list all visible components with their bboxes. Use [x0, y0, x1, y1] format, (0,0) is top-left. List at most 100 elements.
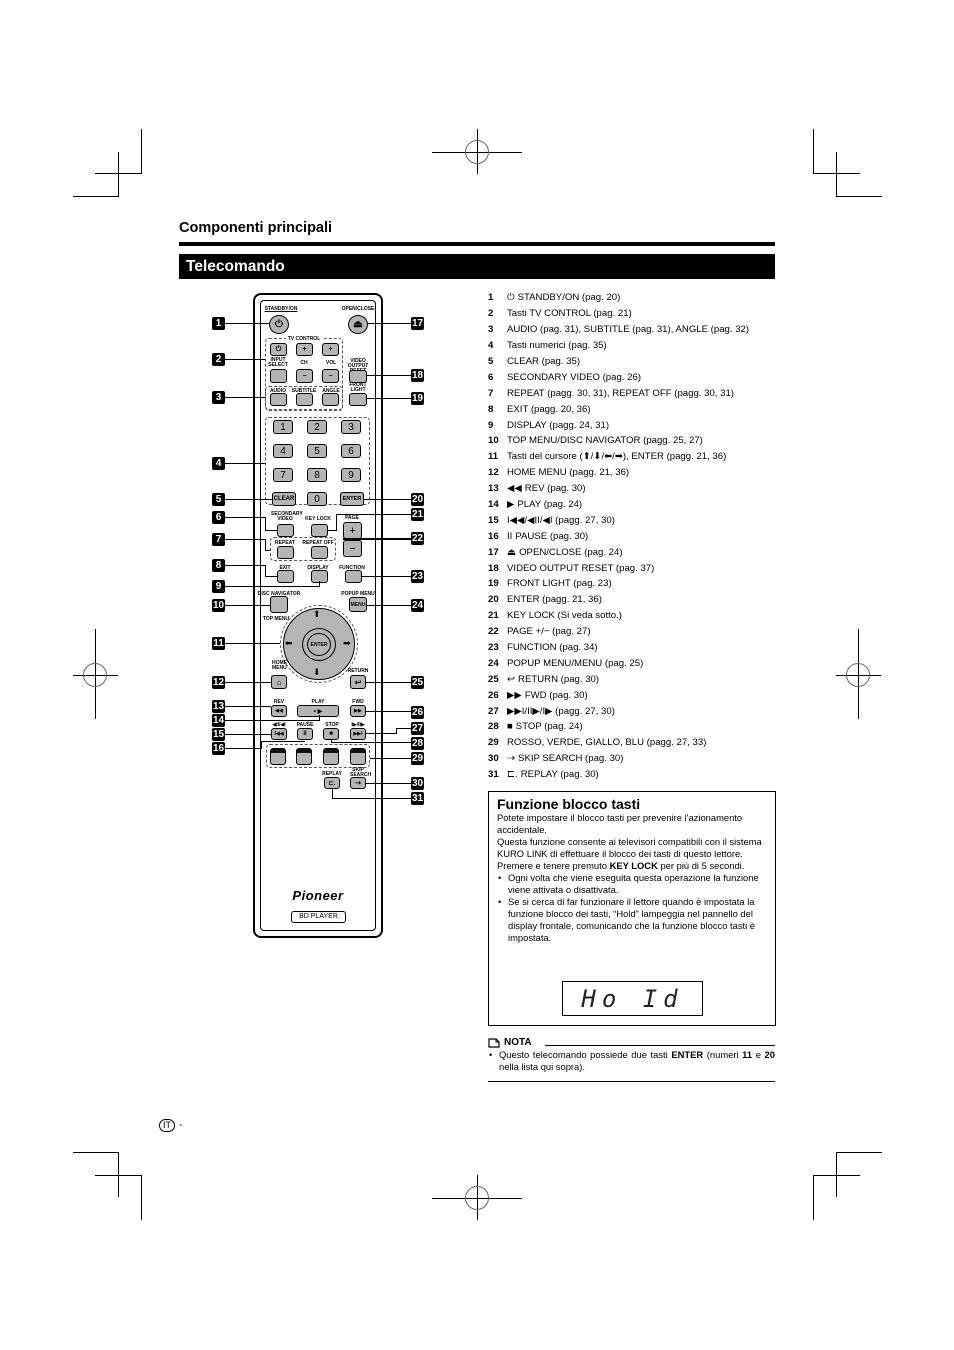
number-button[interactable]: 3	[341, 420, 361, 434]
red-button[interactable]	[270, 748, 286, 765]
skip-search-button[interactable]: ⇢	[350, 777, 366, 789]
key-lock-bullet: Ogni volta che viene eseguita questa ope…	[497, 872, 769, 896]
key-lock-paragraph: Questa funzione consente ai televisori c…	[497, 836, 762, 859]
repeat-off-button[interactable]	[311, 546, 328, 559]
legend-item: 14 ▶ PLAY (pag. 24)	[488, 497, 778, 513]
language-badge: IT	[159, 1119, 175, 1132]
number-button[interactable]: 4	[273, 444, 293, 458]
ch-minus-button[interactable]: −	[296, 369, 313, 383]
callout-3: 3	[212, 391, 225, 404]
legend-number: 19	[488, 578, 499, 590]
pause-icon: II	[303, 731, 307, 737]
legend-number: 8	[488, 403, 494, 415]
clear-button[interactable]: CLEAR	[272, 492, 296, 506]
skip-search-icon: ⇢	[355, 780, 361, 787]
fast-forward-icon: ▶▶	[354, 708, 362, 714]
popup-menu-button[interactable]: MENU	[349, 597, 367, 612]
exit-button[interactable]	[277, 570, 294, 583]
legend-number: 30	[488, 753, 499, 765]
number-button[interactable]: 1	[273, 420, 293, 434]
prev-button[interactable]: I◀◀	[271, 728, 287, 740]
audio-button[interactable]	[270, 393, 287, 406]
key-lock-body: Potete impostare il blocco tasti per pre…	[497, 812, 769, 944]
stop-button[interactable]: ■	[323, 728, 339, 740]
page-minus-button[interactable]: −	[343, 540, 362, 557]
key-lock-button[interactable]	[311, 524, 328, 537]
callout-19: 19	[411, 392, 424, 405]
ch-plus-button[interactable]: +	[296, 343, 313, 356]
tv-power-button[interactable]: ⏻	[270, 343, 287, 356]
callout-5: 5	[212, 493, 225, 506]
cursor-down-button[interactable]: ⬇	[313, 667, 321, 678]
cursor-right-button[interactable]: ➡	[343, 638, 351, 649]
open-close-button[interactable]: ⏏	[348, 315, 368, 334]
button-legend-list: 1 ⏻ STANDBY/ON (pag. 20) 2 Tasti TV CONTROL …	[488, 290, 778, 783]
key-lock-label: KEY LOCK	[305, 516, 331, 522]
standby-button[interactable]: ⏻	[269, 315, 289, 334]
page-plus-button[interactable]: +	[343, 522, 362, 539]
plus-icon: +	[328, 346, 333, 353]
legend-number: 4	[488, 340, 494, 352]
home-menu-button[interactable]: ⌂	[271, 675, 287, 689]
rewind-icon: ◀◀	[275, 708, 283, 714]
callout-1: 1	[212, 317, 225, 330]
number-button[interactable]: 6	[341, 444, 361, 458]
return-button[interactable]: ↩	[350, 675, 366, 689]
callout-14: 14	[212, 714, 225, 727]
key-lock-bullet: Se si cerca di far funzionare il lettore…	[497, 896, 769, 944]
angle-button[interactable]	[322, 393, 339, 406]
play-button[interactable]: • ▶	[297, 705, 339, 717]
top-menu-button[interactable]	[270, 596, 288, 613]
number-button[interactable]: 7	[273, 468, 293, 482]
input-select-button[interactable]	[270, 369, 287, 383]
callout-24: 24	[411, 599, 424, 612]
minus-icon: −	[328, 372, 333, 380]
legend-text: KEY LOCK (Si veda sotto.)	[507, 610, 622, 622]
number-button[interactable]: 2	[307, 420, 327, 434]
green-button[interactable]	[296, 748, 312, 765]
replay-button[interactable]: ⊏.	[324, 777, 340, 789]
legend-item: 21 KEY LOCK (Si veda sotto.)	[488, 608, 778, 624]
front-light-button[interactable]	[349, 393, 367, 406]
vol-minus-button[interactable]: −	[322, 369, 339, 383]
repeat-button[interactable]	[277, 546, 294, 559]
callout-21: 21	[411, 508, 424, 521]
legend-number: 23	[488, 642, 499, 654]
pause-button[interactable]: II	[297, 728, 313, 740]
number-button[interactable]: 9	[341, 468, 361, 482]
legend-item: 3 AUDIO (pag. 31), SUBTITLE (pag. 31), AN…	[488, 322, 778, 338]
input-select-label: INPUT SELECT	[268, 357, 288, 368]
vol-plus-button[interactable]: +	[322, 343, 339, 356]
number-button[interactable]: 0	[307, 492, 327, 506]
legend-text: PLAY (pag. 24)	[517, 499, 583, 511]
legend-item: 31 ⊏. REPLAY (pag. 30)	[488, 767, 778, 783]
cursor-up-button[interactable]: ⬆	[313, 609, 321, 620]
number-button[interactable]: 8	[307, 468, 327, 482]
legend-text: FRONT LIGHT (pag. 23)	[507, 578, 612, 590]
next-button[interactable]: ▶▶I	[350, 728, 366, 740]
legend-glyph-icon: II	[507, 530, 513, 542]
subtitle-button[interactable]	[296, 393, 313, 406]
function-button[interactable]	[345, 570, 362, 583]
yellow-button[interactable]	[323, 748, 339, 765]
cursor-enter-button[interactable]: ENTER	[307, 633, 331, 656]
legend-item: 1 ⏻ STANDBY/ON (pag. 20)	[488, 290, 778, 306]
legend-text: POPUP MENU/MENU (pag. 25)	[507, 657, 644, 669]
rev-button[interactable]: ◀◀	[271, 705, 287, 717]
cursor-left-button[interactable]: ⬅	[285, 638, 293, 649]
callout-13: 13	[212, 700, 225, 713]
legend-number: 3	[488, 324, 494, 336]
enter-button[interactable]: ENTER	[340, 492, 364, 506]
secondary-video-button[interactable]	[277, 524, 294, 537]
legend-number: 16	[488, 530, 499, 542]
note-bullet: Questo telecomando possiede due tasti EN…	[488, 1049, 775, 1073]
blue-button[interactable]	[350, 748, 366, 765]
callout-15: 15	[212, 728, 225, 741]
number-button[interactable]: 5	[307, 444, 327, 458]
legend-item: 27 ▶▶I/II▶/I▶ (pagg. 27, 30)	[488, 703, 778, 719]
legend-text: OPEN/CLOSE (pag. 24)	[519, 546, 623, 558]
fwd-button[interactable]: ▶▶	[350, 705, 366, 717]
key-lock-info-box: Funzione blocco tasti Potete impostare i…	[488, 791, 776, 1026]
eject-icon: ⏏	[353, 319, 363, 330]
home-icon: ⌂	[276, 677, 282, 687]
